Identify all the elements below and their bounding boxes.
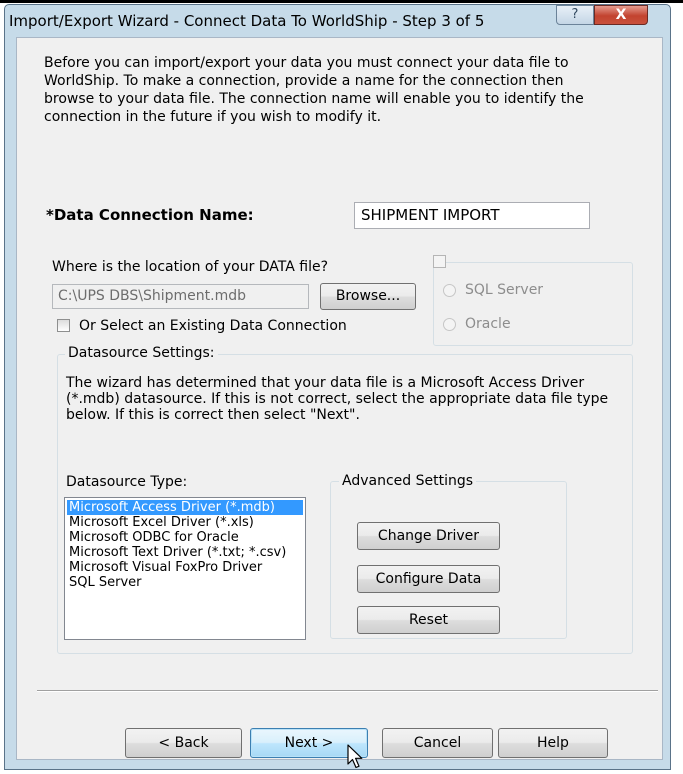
list-item[interactable]: SQL Server [67,575,303,590]
configure-data-button[interactable]: Configure Data [357,565,500,593]
connection-name-label: *Data Connection Name: [46,206,254,224]
datasource-type-listbox[interactable]: Microsoft Access Driver (*.mdb) Microsof… [64,497,306,640]
close-icon: X [615,7,627,23]
sql-server-label: SQL Server [465,282,544,298]
browse-button[interactable]: Browse... [320,283,416,310]
title-bar[interactable]: Import/Export Wizard - Connect Data To W… [5,5,670,37]
file-location-label: Where is the location of your DATA file? [52,259,329,275]
list-item[interactable]: Microsoft Text Driver (*.txt; *.csv) [67,545,303,560]
database-options-group [433,262,633,346]
oracle-radio[interactable] [443,318,456,331]
existing-connection-checkbox[interactable] [57,319,70,332]
file-path-input[interactable]: C:\UPS DBS\Shipment.mdb [52,284,309,309]
reset-button[interactable]: Reset [357,606,500,634]
datasource-description: The wizard has determined that your data… [66,375,609,423]
help-button[interactable]: Help [498,728,608,758]
list-item[interactable]: Microsoft ODBC for Oracle [67,530,303,545]
datasource-type-label: Datasource Type: [66,474,188,490]
back-button[interactable]: < Back [125,728,242,758]
advanced-settings-legend: Advanced Settings [339,473,477,489]
help-title-button[interactable]: ? [556,5,594,25]
intro-text: Before you can import/export your data y… [44,55,584,125]
existing-connection-label[interactable]: Or Select an Existing Data Connection [79,318,347,334]
list-item[interactable]: Microsoft Excel Driver (*.xls) [67,515,303,530]
oracle-label: Oracle [465,316,511,332]
mouse-pointer-icon [347,744,363,769]
window-title: Import/Export Wizard - Connect Data To W… [9,12,485,30]
change-driver-button[interactable]: Change Driver [357,522,500,550]
cancel-button[interactable]: Cancel [382,728,493,758]
footer-separator [37,690,658,692]
list-item[interactable]: Microsoft Access Driver (*.mdb) [67,500,303,515]
datasource-settings-legend: Datasource Settings: [65,345,218,361]
close-button[interactable]: X [594,5,648,25]
connection-name-input[interactable]: SHIPMENT IMPORT [354,202,590,229]
question-icon: ? [571,7,579,22]
list-item[interactable]: Microsoft Visual FoxPro Driver [67,560,303,575]
top-border-line [0,0,683,3]
sql-server-radio[interactable] [443,284,456,297]
database-options-checkbox[interactable] [433,255,446,268]
